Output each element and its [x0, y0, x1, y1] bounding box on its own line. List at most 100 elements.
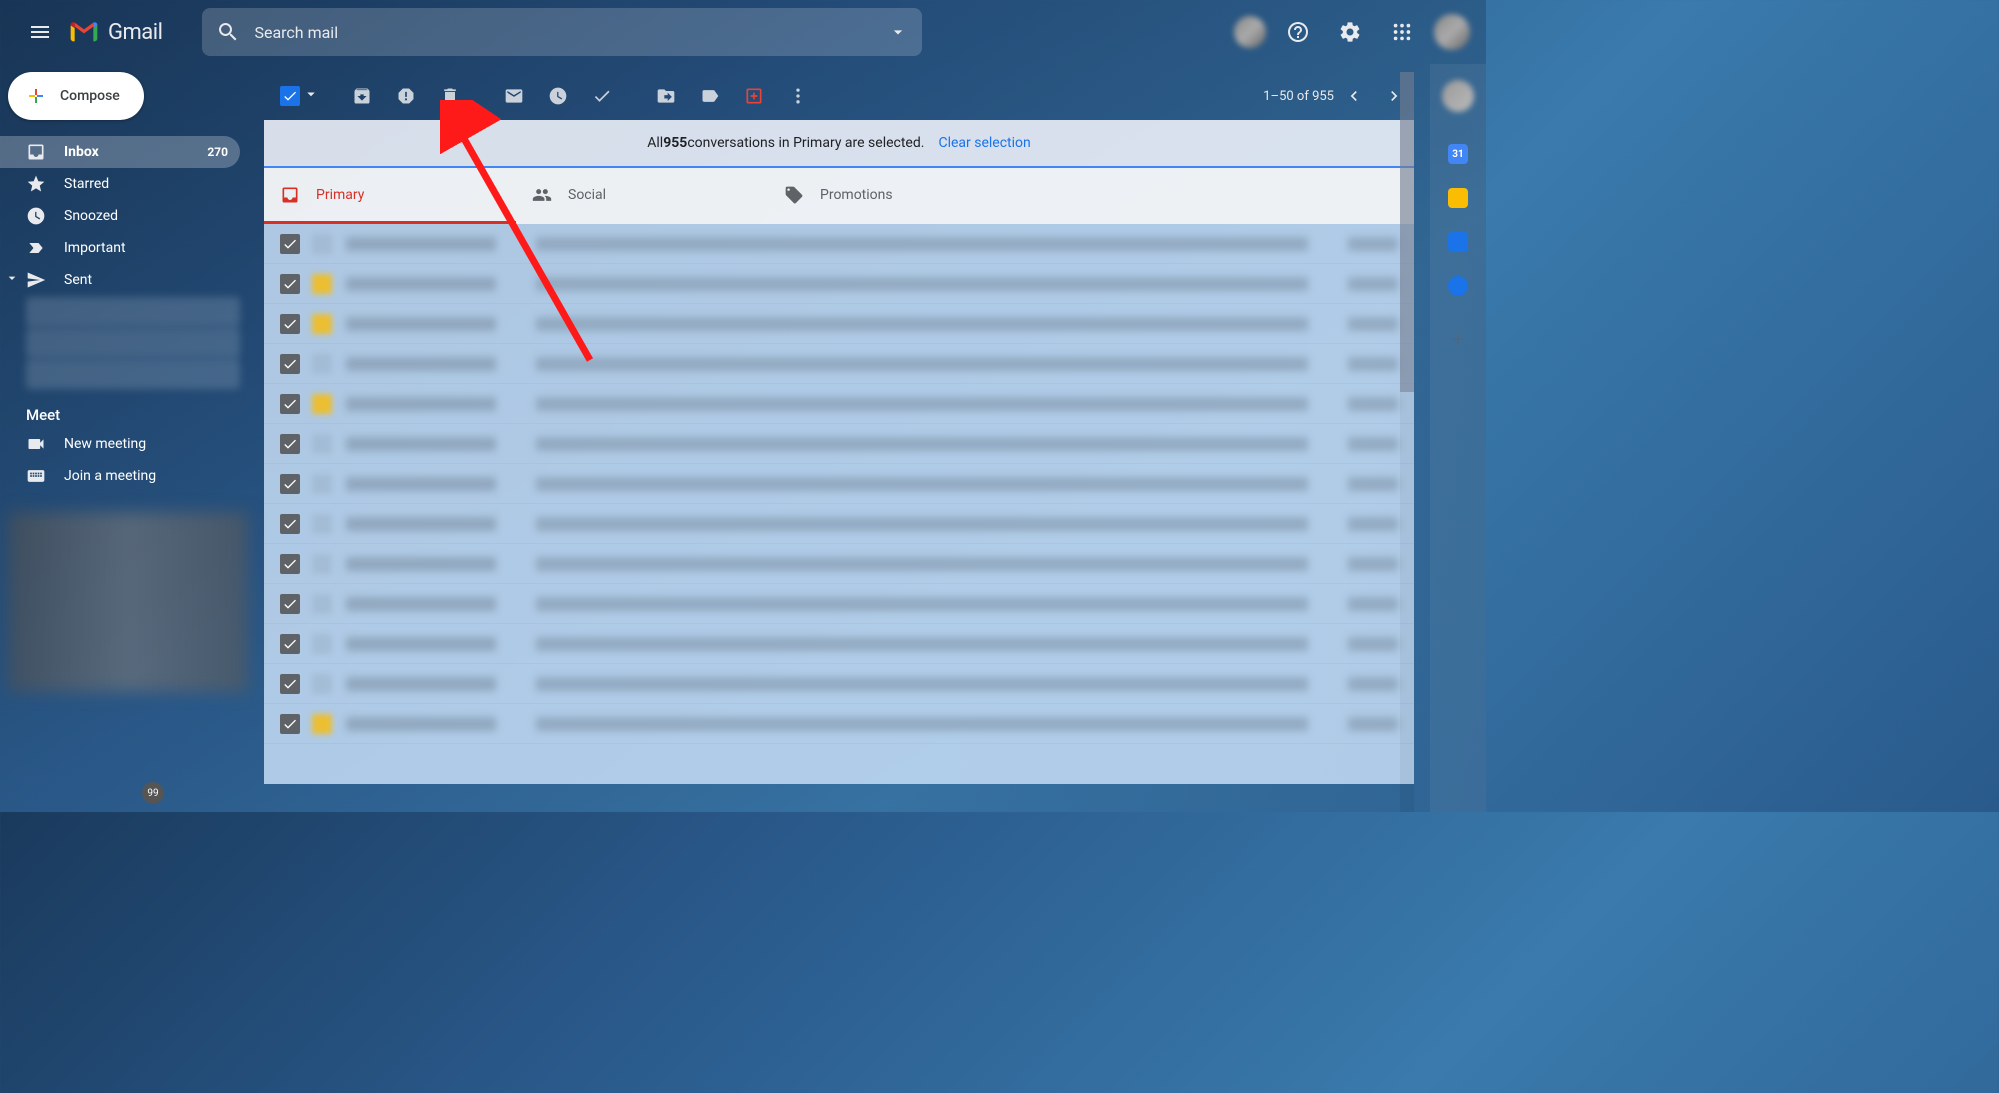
subject-redacted [536, 317, 1308, 331]
search-input[interactable] [254, 23, 888, 42]
mail-row[interactable] [264, 504, 1414, 544]
add-to-button[interactable] [734, 76, 774, 116]
important-icon [26, 238, 46, 258]
tasks-addon-icon[interactable] [1448, 232, 1468, 252]
delete-button[interactable] [430, 76, 470, 116]
row-checkbox[interactable] [280, 594, 300, 614]
select-all-checkbox[interactable] [280, 86, 300, 106]
row-checkbox[interactable] [280, 554, 300, 574]
mail-row[interactable] [264, 544, 1414, 584]
compose-label: Compose [60, 88, 120, 104]
keep-addon-icon[interactable] [1448, 188, 1468, 208]
date-redacted [1348, 317, 1398, 331]
star-icon[interactable] [312, 274, 332, 294]
mail-row[interactable] [264, 224, 1414, 264]
mail-row[interactable] [264, 424, 1414, 464]
subject-redacted [536, 237, 1308, 251]
content-area: 1–50 of 955 All 955 conversations in Pri… [256, 64, 1430, 812]
row-checkbox[interactable] [280, 474, 300, 494]
settings-button[interactable] [1330, 12, 1370, 52]
row-checkbox[interactable] [280, 234, 300, 254]
tab-social[interactable]: Social [516, 168, 768, 224]
sender-redacted [346, 437, 496, 451]
main-menu-button[interactable] [16, 8, 64, 56]
star-icon [26, 174, 46, 194]
sidebar-item-snoozed[interactable]: Snoozed [0, 200, 240, 232]
star-icon[interactable] [312, 554, 332, 574]
sidebar-item-starred[interactable]: Starred [0, 168, 240, 200]
gmail-logo-lockup[interactable]: Gmail [68, 16, 162, 48]
calendar-addon-icon[interactable] [1448, 144, 1468, 164]
support-button[interactable] [1278, 12, 1318, 52]
row-checkbox[interactable] [280, 634, 300, 654]
keyboard-icon [26, 466, 46, 486]
mark-unread-button[interactable] [494, 76, 534, 116]
account-thumbnail-small[interactable] [1234, 16, 1266, 48]
meet-item-new-meeting[interactable]: New meeting [0, 428, 240, 460]
mail-row[interactable] [264, 664, 1414, 704]
add-to-tasks-button[interactable] [582, 76, 622, 116]
sidebar-item-inbox[interactable]: Inbox270 [0, 136, 240, 168]
date-redacted [1348, 677, 1398, 691]
row-checkbox[interactable] [280, 434, 300, 454]
star-icon[interactable] [312, 234, 332, 254]
star-icon[interactable] [312, 354, 332, 374]
account-avatar[interactable] [1434, 14, 1470, 50]
compose-button[interactable]: Compose [8, 72, 144, 120]
nav-label: Important [64, 240, 228, 256]
labels-button[interactable] [690, 76, 730, 116]
report-spam-button[interactable] [386, 76, 426, 116]
mail-row[interactable] [264, 344, 1414, 384]
search-options-caret-icon[interactable] [888, 22, 908, 42]
clear-selection-link[interactable]: Clear selection [938, 135, 1030, 151]
sidebar-item-important[interactable]: Important [0, 232, 240, 264]
panel-avatar[interactable] [1442, 80, 1474, 112]
star-icon[interactable] [312, 514, 332, 534]
date-redacted [1348, 717, 1398, 731]
scrollbar-thumb[interactable] [1400, 72, 1414, 392]
archive-icon [352, 86, 372, 106]
vertical-scrollbar[interactable] [1400, 72, 1414, 812]
star-icon[interactable] [312, 434, 332, 454]
meet-item-join-a-meeting[interactable]: Join a meeting [0, 460, 240, 492]
move-to-button[interactable] [646, 76, 686, 116]
row-checkbox[interactable] [280, 314, 300, 334]
mail-row[interactable] [264, 264, 1414, 304]
check-icon [282, 276, 298, 292]
row-checkbox[interactable] [280, 354, 300, 374]
row-checkbox[interactable] [280, 714, 300, 734]
mail-row[interactable] [264, 304, 1414, 344]
mail-row[interactable] [264, 704, 1414, 744]
star-icon[interactable] [312, 314, 332, 334]
row-checkbox[interactable] [280, 394, 300, 414]
mail-row[interactable] [264, 584, 1414, 624]
expand-icon[interactable] [4, 270, 20, 290]
row-checkbox[interactable] [280, 674, 300, 694]
snooze-button[interactable] [538, 76, 578, 116]
select-dropdown[interactable] [302, 85, 320, 107]
star-icon[interactable] [312, 634, 332, 654]
tab-promotions[interactable]: Promotions [768, 168, 1020, 224]
archive-button[interactable] [342, 76, 382, 116]
row-checkbox[interactable] [280, 514, 300, 534]
hangouts-badge[interactable] [142, 782, 164, 804]
mail-row[interactable] [264, 384, 1414, 424]
google-apps-button[interactable] [1382, 12, 1422, 52]
star-icon[interactable] [312, 474, 332, 494]
spam-icon [396, 86, 416, 106]
tab-primary[interactable]: Primary [264, 168, 516, 224]
star-icon[interactable] [312, 594, 332, 614]
row-checkbox[interactable] [280, 274, 300, 294]
sidebar-item-sent[interactable]: Sent [0, 264, 240, 296]
clock-icon [548, 86, 568, 106]
star-icon[interactable] [312, 394, 332, 414]
more-button[interactable] [778, 76, 818, 116]
get-addons-button[interactable]: + [1452, 328, 1464, 353]
mail-row[interactable] [264, 464, 1414, 504]
prev-page-button[interactable] [1334, 76, 1374, 116]
contacts-addon-icon[interactable] [1448, 276, 1468, 296]
star-icon[interactable] [312, 714, 332, 734]
star-icon[interactable] [312, 674, 332, 694]
search-bar[interactable] [202, 8, 922, 56]
mail-row[interactable] [264, 624, 1414, 664]
